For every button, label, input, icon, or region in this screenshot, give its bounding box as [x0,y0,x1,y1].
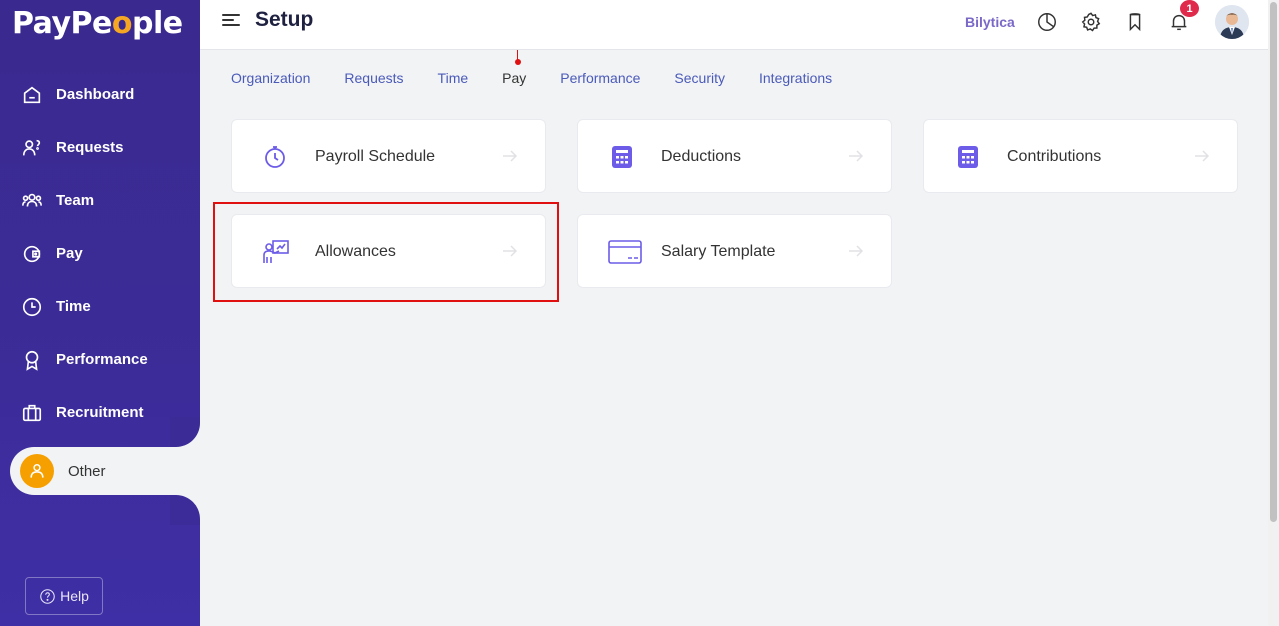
notification-badge: 1 [1180,0,1199,17]
help-button[interactable]: Help [25,577,103,615]
card-label: Deductions [661,148,742,165]
sidebar-item-requests[interactable]: Requests [0,121,200,174]
user-icon [20,454,54,488]
calculator-icon [608,144,636,170]
card-label: Payroll Schedule [315,148,436,165]
help-label: Help [60,588,89,604]
sidebar-item-label: Time [56,298,91,315]
card-icon [608,239,642,265]
active-tab-indicator-dot [515,59,521,65]
sidebar: PayPeople Dashboard Requests Team Pay Ti… [0,0,200,626]
card-salary-template[interactable]: Salary Template [577,214,892,288]
avatar-image [1215,5,1249,39]
sidebar-item-label: Performance [56,351,148,368]
arrow-right-icon [500,146,520,166]
clock-icon [20,295,44,319]
setup-tabs: Organization Requests Time Pay Performan… [231,70,866,86]
help-icon [40,588,55,604]
sidebar-item-time[interactable]: Time [0,280,200,333]
allowances-highlight-box [213,202,559,302]
sidebar-item-dashboard[interactable]: Dashboard [0,68,200,121]
arrow-right-icon [846,241,866,261]
tab-time[interactable]: Time [438,70,469,86]
tab-organization[interactable]: Organization [231,70,310,86]
tab-integrations[interactable]: Integrations [759,70,832,86]
home-icon [20,83,44,107]
avatar[interactable] [1215,5,1249,39]
arrow-right-icon [1192,146,1212,166]
top-header: Setup Bilytica 1 [200,0,1268,50]
card-payroll-schedule[interactable]: Payroll Schedule [231,119,546,193]
sidebar-item-label: Other [68,462,106,480]
scrollbar-thumb[interactable] [1270,2,1277,522]
page-title: Setup [255,8,314,31]
sidebar-item-team[interactable]: Team [0,174,200,227]
wallet-icon [20,242,44,266]
sidebar-item-performance[interactable]: Performance [0,333,200,386]
sidebar-item-label: Recruitment [56,404,144,421]
sidebar-item-label: Team [56,192,95,209]
vertical-scrollbar[interactable] [1268,0,1279,626]
hamburger-menu-icon[interactable] [222,14,240,28]
award-icon [20,348,44,372]
tab-security[interactable]: Security [674,70,725,86]
bookmark-icon[interactable] [1124,11,1146,33]
gear-icon[interactable] [1080,11,1102,33]
tab-performance[interactable]: Performance [560,70,640,86]
pie-chart-icon[interactable] [1036,11,1058,33]
sidebar-item-pay[interactable]: Pay [0,227,200,280]
arrow-right-icon [846,146,866,166]
card-contributions[interactable]: Contributions [923,119,1238,193]
requests-icon [20,136,44,160]
tab-pay[interactable]: Pay [502,70,526,86]
sidebar-item-other[interactable]: Other [10,447,200,495]
sidebar-item-label: Pay [56,245,83,262]
logo[interactable]: PayPeople [12,6,183,41]
sidebar-item-label: Requests [56,139,124,156]
calculator-icon [954,144,982,170]
company-name[interactable]: Bilytica [965,14,1015,30]
card-label: Contributions [1007,148,1102,165]
stopwatch-icon [262,144,290,170]
sidebar-nav: Dashboard Requests Team Pay Time Perform… [0,68,200,439]
team-icon [20,189,44,213]
tab-requests[interactable]: Requests [344,70,403,86]
card-deductions[interactable]: Deductions [577,119,892,193]
sidebar-item-label: Dashboard [56,86,135,103]
briefcase-icon [20,401,44,425]
card-label: Salary Template [661,243,776,260]
